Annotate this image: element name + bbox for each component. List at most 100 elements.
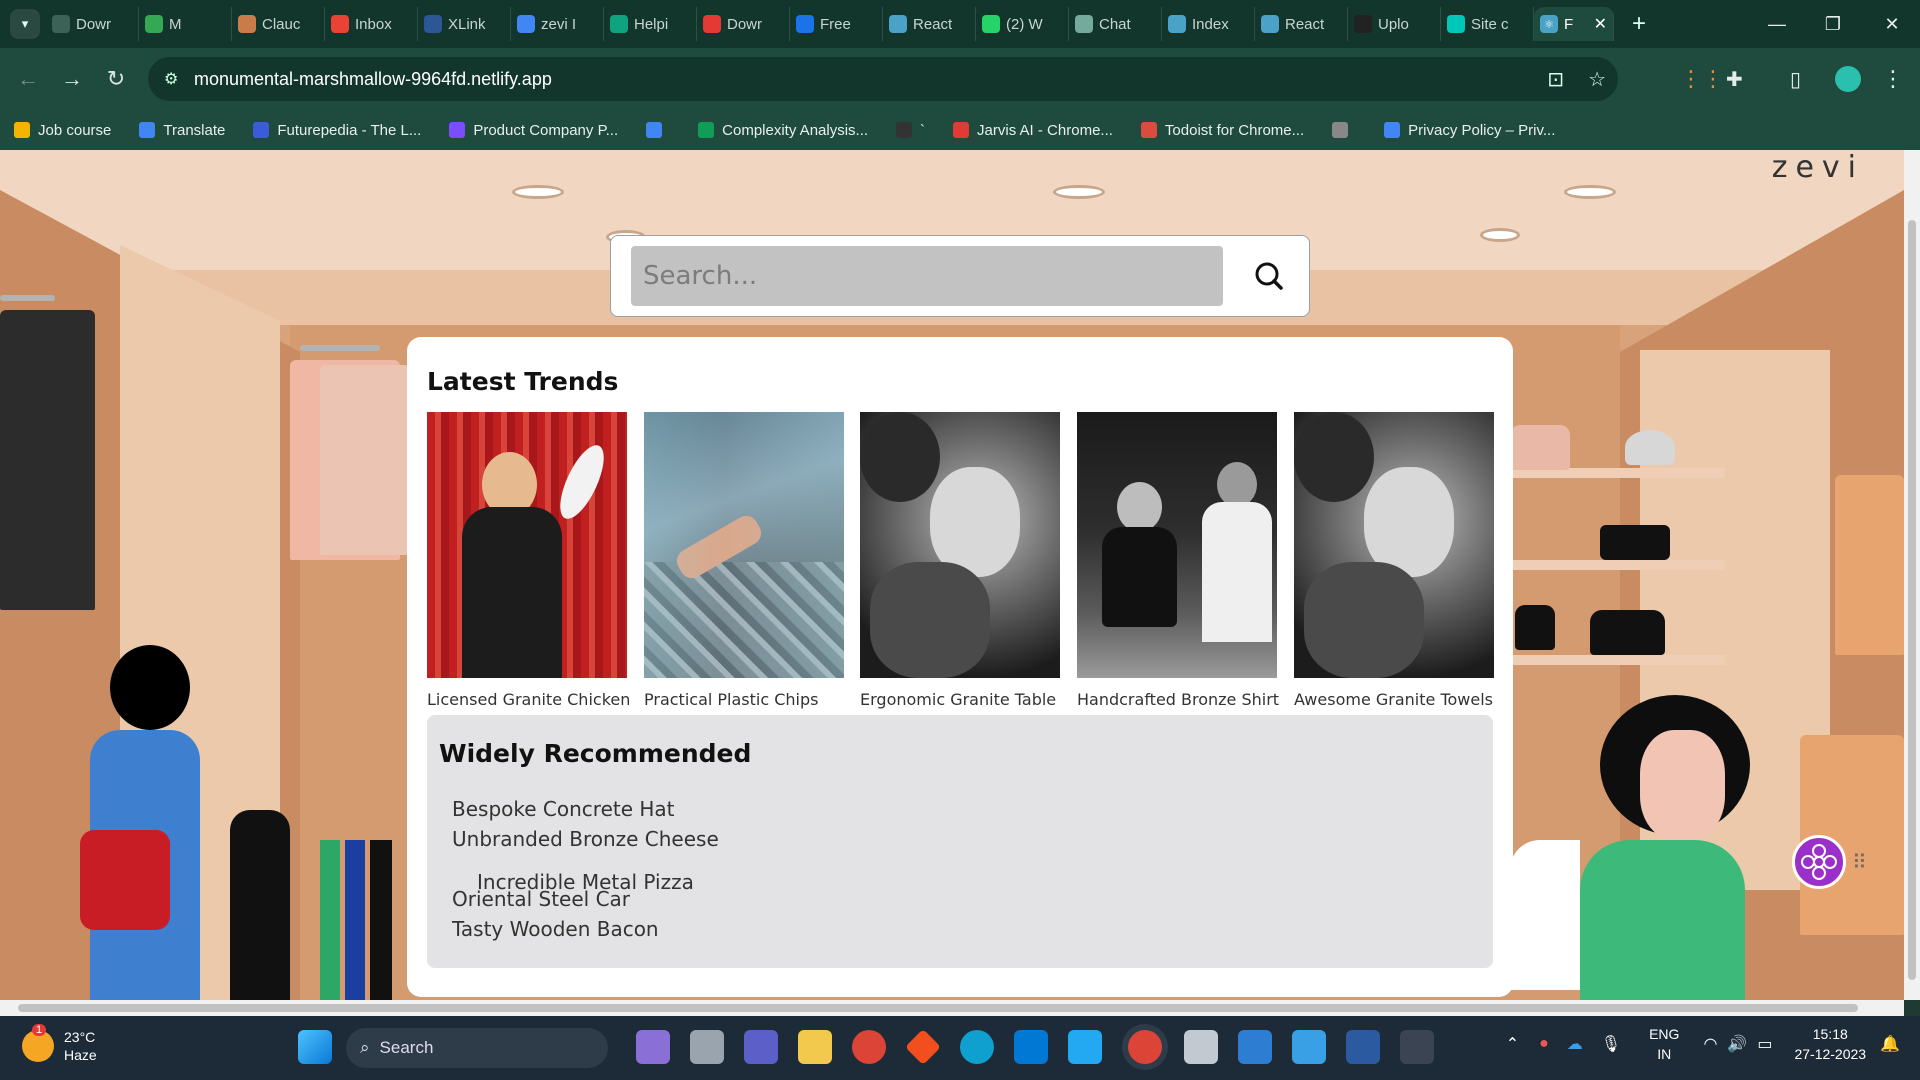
new-tab-button[interactable]: + — [1632, 10, 1646, 38]
tab[interactable]: Free — [790, 7, 883, 41]
trend-card[interactable]: Handcrafted Bronze Shirt — [1077, 412, 1279, 709]
battery-icon[interactable]: ▭ — [1757, 1034, 1772, 1054]
terminal-icon[interactable] — [1400, 1030, 1434, 1064]
weather-widget[interactable]: 1 23°C Haze — [22, 1024, 97, 1064]
bookmark-item[interactable]: Todoist for Chrome... — [1140, 122, 1304, 139]
product-name[interactable]: Licensed Granite Chicken — [427, 690, 630, 709]
tab[interactable]: Index — [1162, 7, 1255, 41]
site-info-icon[interactable]: ⚙ — [164, 69, 194, 89]
recommended-item[interactable]: Tasty Wooden Bacon — [452, 917, 659, 941]
omnibox[interactable]: ⚙ monumental-marshmallow-9964fd.netlify.… — [148, 57, 1618, 101]
recommended-item[interactable]: Bespoke Concrete Hat — [452, 797, 675, 821]
extensions-icon[interactable]: ✚ — [1726, 67, 1743, 92]
scroll-thumb[interactable] — [1908, 220, 1916, 980]
tab[interactable]: React — [883, 7, 976, 41]
notification-bell-icon[interactable]: 🔔 — [1880, 1034, 1900, 1054]
taskbar-search[interactable]: ⌕ Search — [346, 1028, 608, 1068]
close-tab-icon[interactable]: ✕ — [1594, 14, 1607, 34]
product-name[interactable]: Practical Plastic Chips — [644, 690, 844, 709]
tab[interactable]: (2) W — [976, 7, 1069, 41]
tab[interactable]: Dowr — [697, 7, 790, 41]
bookmark-item[interactable]: Jarvis AI - Chrome... — [953, 122, 1113, 139]
app-icon[interactable] — [904, 1028, 942, 1066]
tab[interactable]: Inbox — [325, 7, 418, 41]
app-icon[interactable] — [636, 1030, 670, 1064]
photos-icon[interactable] — [1238, 1030, 1272, 1064]
bookmark-item[interactable] — [646, 122, 670, 138]
tab[interactable]: Chat — [1069, 7, 1162, 41]
recommended-item[interactable]: Unbranded Bronze Cheese — [452, 827, 719, 851]
product-image[interactable] — [644, 412, 844, 678]
tab[interactable]: Helpi — [604, 7, 697, 41]
install-app-icon[interactable]: ⊡ — [1547, 67, 1564, 92]
reload-button[interactable]: ↻ — [94, 66, 138, 92]
bookmark-star-icon[interactable]: ☆ — [1588, 67, 1606, 92]
bookmark-item[interactable]: Privacy Policy – Priv... — [1384, 122, 1555, 139]
tab[interactable]: Clauc — [232, 7, 325, 41]
clock[interactable]: 15:18 27-12-2023 — [1794, 1024, 1866, 1064]
trend-card[interactable]: Licensed Granite Chicken — [427, 412, 630, 709]
tab[interactable]: XLink — [418, 7, 511, 41]
floating-assistant-button[interactable] — [1792, 835, 1846, 889]
back-button[interactable]: ← — [6, 66, 50, 92]
chrome-icon[interactable] — [852, 1030, 886, 1064]
tab-search-button[interactable]: ▾ — [10, 9, 40, 39]
volume-icon[interactable]: 🔊 — [1727, 1034, 1747, 1054]
tab[interactable]: zevi I — [511, 7, 604, 41]
product-image[interactable] — [1294, 412, 1494, 678]
bookmark-item[interactable]: Complexity Analysis... — [698, 122, 868, 139]
chrome-active-icon[interactable] — [1128, 1030, 1162, 1064]
tab-active[interactable]: ⚛ F ✕ — [1534, 7, 1614, 41]
forward-button[interactable]: → — [50, 66, 94, 92]
tab[interactable]: Site c — [1441, 7, 1534, 41]
drag-handle-icon[interactable]: ⠿ — [1852, 850, 1867, 875]
trend-card[interactable]: Awesome Granite Towels — [1294, 412, 1494, 709]
menu-icon[interactable]: ⋮ — [1882, 66, 1904, 92]
recommended-item[interactable]: Oriental Steel Car — [452, 887, 630, 911]
maximize-button[interactable]: ❐ — [1805, 0, 1861, 48]
trend-card[interactable]: Practical Plastic Chips — [644, 412, 844, 709]
teams-icon[interactable] — [744, 1030, 778, 1064]
chevron-up-icon[interactable]: ⌃ — [1506, 1034, 1519, 1054]
minimize-button[interactable]: — — [1749, 0, 1805, 48]
edge-icon[interactable] — [960, 1030, 994, 1064]
product-image[interactable] — [1077, 412, 1277, 678]
bookmark-item[interactable]: ` — [896, 122, 925, 139]
notepad-icon[interactable] — [1292, 1030, 1326, 1064]
vertical-scrollbar[interactable] — [1904, 150, 1920, 1000]
product-image[interactable] — [427, 412, 627, 678]
language-indicator[interactable]: ENG IN — [1649, 1024, 1679, 1064]
bookmark-item[interactable]: Futurepedia - The L... — [253, 122, 421, 139]
bookmark-item[interactable] — [1332, 122, 1356, 138]
vscode-icon[interactable] — [1068, 1030, 1102, 1064]
product-image[interactable] — [860, 412, 1060, 678]
file-explorer-icon[interactable] — [798, 1030, 832, 1064]
tab[interactable]: Uplo — [1348, 7, 1441, 41]
product-name[interactable]: Ergonomic Granite Table — [860, 690, 1060, 709]
close-window-button[interactable]: ✕ — [1864, 0, 1920, 48]
store-icon[interactable] — [1014, 1030, 1048, 1064]
start-button[interactable] — [298, 1030, 332, 1064]
apps-icon[interactable]: ⋮⋮ — [1680, 66, 1724, 92]
search-input[interactable] — [631, 246, 1223, 306]
tab[interactable]: React — [1255, 7, 1348, 41]
bookmark-item[interactable]: Translate — [139, 122, 225, 139]
app-icon[interactable] — [1346, 1030, 1380, 1064]
scroll-thumb[interactable] — [18, 1004, 1858, 1012]
tab[interactable]: M — [139, 7, 232, 41]
horizontal-scrollbar[interactable] — [0, 1000, 1904, 1016]
product-name[interactable]: Awesome Granite Towels — [1294, 690, 1494, 709]
antivirus-icon[interactable]: ● — [1539, 1035, 1549, 1053]
onedrive-icon[interactable]: ☁ — [1567, 1034, 1583, 1054]
bookmark-item[interactable]: Product Company P... — [449, 122, 618, 139]
microphone-icon[interactable]: 🎙 — [1601, 1034, 1621, 1054]
snipping-tool-icon[interactable] — [1184, 1030, 1218, 1064]
trend-card[interactable]: Ergonomic Granite Table — [860, 412, 1060, 709]
search-icon[interactable] — [1251, 258, 1287, 294]
bookmark-item[interactable]: Job course — [14, 122, 111, 139]
side-panel-icon[interactable]: ▯ — [1790, 67, 1801, 92]
task-view-icon[interactable] — [690, 1030, 724, 1064]
product-name[interactable]: Handcrafted Bronze Shirt — [1077, 690, 1279, 709]
wifi-icon[interactable]: ◠ — [1703, 1034, 1717, 1054]
tab[interactable]: Dowr — [46, 7, 139, 41]
